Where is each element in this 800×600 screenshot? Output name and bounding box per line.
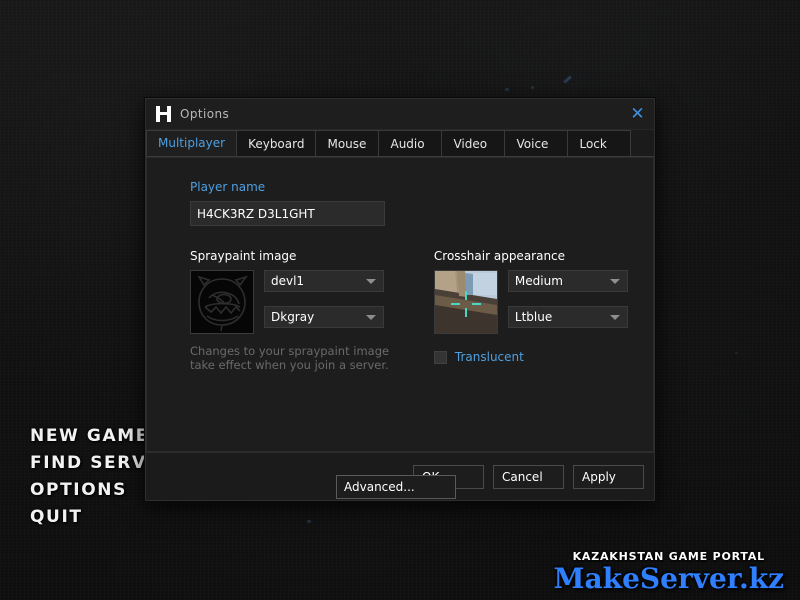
cancel-button[interactable]: Cancel [493,464,564,489]
spray-image-select[interactable]: devl1 [264,270,384,292]
spray-image-value: devl1 [271,274,305,288]
chevron-down-icon [366,279,376,284]
spraypaint-label: Spraypaint image [190,249,297,263]
crosshair-row: Medium Ltblue [433,270,633,334]
multiplayer-content: Player name Spraypaint image [147,158,653,499]
tab-keyboard[interactable]: Keyboard [237,130,317,156]
tab-video[interactable]: Video [442,130,506,156]
spraypaint-section: Spraypaint image devl1 Dkgray Changes to… [190,249,434,372]
spraypaint-note: Changes to your spraypaint image take ef… [190,344,390,372]
tab-mouse[interactable]: Mouse [316,130,380,156]
crosshair-color-select[interactable]: Ltblue [507,306,628,328]
spray-color-select[interactable]: Dkgray [264,306,384,328]
background-speck [735,352,738,354]
dialog-titlebar[interactable]: Options ✕ [146,99,654,130]
dialog-title: Options [180,107,230,121]
options-dialog: Options ✕ Multiplayer Keyboard Mouse Aud… [145,98,655,501]
close-icon[interactable]: ✕ [627,104,648,125]
site-watermark: KAZAKHSTAN GAME PORTAL MakeServer.kz [554,550,784,594]
tab-strip: Multiplayer Keyboard Mouse Audio Video V… [146,130,654,157]
crosshair-label: Crosshair appearance [433,249,566,263]
tab-multiplayer[interactable]: Multiplayer [146,130,238,156]
devil-face-spray-icon [190,270,254,334]
background-speck [307,520,311,523]
chevron-down-icon [609,279,620,284]
crosshair-size-value: Medium [514,274,563,288]
watermark-site-name: MakeServer.kz [553,562,784,595]
half-life-logo-icon [156,106,171,122]
spraypaint-dropdowns: devl1 Dkgray [264,270,384,328]
crosshair-size-select[interactable]: Medium [507,270,628,292]
spraypaint-row: devl1 Dkgray [190,270,434,334]
settings-columns: Spraypaint image devl1 Dkgray Changes to… [190,249,633,372]
apply-button[interactable]: Apply [573,464,644,489]
crosshair-color-value: Ltblue [514,310,553,324]
background-speck [563,75,572,84]
tab-voice[interactable]: Voice [505,130,569,156]
translucent-label: Translucent [454,350,524,364]
tab-audio[interactable]: Audio [379,130,443,156]
menu-item-quit[interactable]: QUIT [30,504,188,531]
tab-lock[interactable]: Lock [568,130,632,156]
spray-color-value: Dkgray [271,310,315,324]
crosshair-section: Crosshair appearance Medium Ltblue Trans… [433,249,633,372]
player-name-input[interactable] [190,201,385,226]
translucent-row: Translucent [433,350,633,364]
chevron-down-icon [366,315,376,320]
background-speck [531,86,534,89]
crosshair-preview-icon [433,270,498,334]
chevron-down-icon [609,315,620,320]
translucent-checkbox[interactable] [433,350,447,364]
game-screen: NEW GAME FIND SERVERS OPTIONS QUIT KAZAK… [0,0,800,600]
crosshair-dropdowns: Medium Ltblue [507,270,628,328]
background-speck [505,88,509,91]
advanced-button[interactable]: Advanced... [336,475,456,499]
multiplayer-panel: Player name Spraypaint image [146,157,654,499]
player-name-label: Player name [190,180,266,194]
